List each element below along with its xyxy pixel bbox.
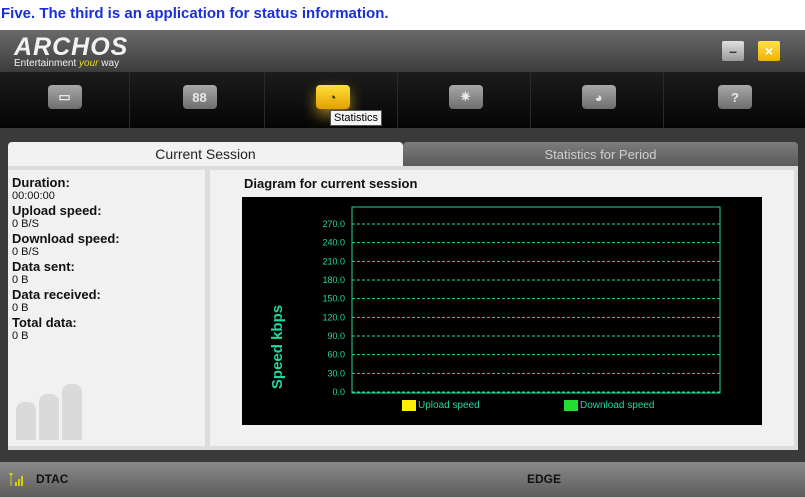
logo-tagline: Entertainment your way	[14, 58, 128, 69]
chart-y-tick-label: 30.0	[327, 368, 345, 378]
logo-tag-mid: your	[79, 58, 99, 69]
stat-download-speed: Download speed: 0 B/S	[12, 231, 201, 259]
legend-download: Download speed	[564, 400, 655, 411]
chart-y-tick-label: 240.0	[322, 238, 345, 248]
chart-y-axis-label: Speed kbps	[269, 305, 286, 389]
statistics-tooltip: Statistics	[330, 110, 383, 126]
speed-chart-svg: Speed kbps 270.0 240.0 210.0 180.0 150.0 120.…	[269, 206, 721, 397]
stat-label: Data received:	[12, 287, 101, 302]
stat-duration: Duration: 00:00:00	[12, 175, 201, 203]
diagram-title: Diagram for current session	[244, 176, 418, 191]
minimize-button[interactable]: –	[722, 41, 744, 61]
stat-label: Download speed:	[12, 231, 120, 246]
close-button[interactable]: ×	[758, 41, 780, 61]
stat-data-sent: Data sent: 0 B	[12, 259, 201, 287]
chart-y-tick-label: 120.0	[322, 312, 345, 322]
stat-label: Total data:	[12, 315, 77, 330]
toolbar-item-grid[interactable]: 88	[135, 72, 265, 128]
logo-tag-right: way	[101, 58, 120, 69]
chart-y-tick-label: 90.0	[327, 331, 345, 341]
speed-chart: Speed kbps 270.0 240.0 210.0 180.0 150.0 120.…	[242, 197, 762, 425]
network-type: EDGE	[527, 472, 562, 486]
stat-data-received: Data received: 0 B	[12, 287, 201, 315]
chart-y-tick-label: 270.0	[322, 219, 345, 229]
tab-current-session[interactable]: Current Session	[8, 142, 403, 166]
archos-app-window: ARCHOS Entertainment your way – × ▭ 88 ◔…	[0, 30, 805, 497]
chart-y-tick-label: 150.0	[322, 294, 345, 304]
chart-y-tick-label: 60.0	[327, 350, 345, 360]
antenna-signal-icon	[9, 473, 23, 486]
minimize-icon: –	[729, 43, 737, 59]
title-bar: ARCHOS Entertainment your way – ×	[0, 30, 805, 72]
toolbar-item-monitor[interactable]: ▭	[0, 72, 130, 128]
stat-label: Data sent:	[12, 259, 75, 274]
chart-frame	[351, 206, 721, 394]
stat-value: 0 B/S	[12, 246, 39, 258]
stat-total-data: Total data: 0 B	[12, 315, 201, 343]
stat-label: Duration:	[12, 175, 70, 190]
session-stats-panel: Duration: 00:00:00 Upload speed: 0 B/S D…	[8, 170, 205, 446]
diagram-panel: Diagram for current session Speed kbps 2…	[210, 170, 794, 446]
stat-value: 0 B	[12, 274, 29, 286]
legend-upload-swatch	[402, 400, 416, 411]
session-tabs: Current Session Statistics for Period	[8, 142, 798, 166]
toolbar-item-globe[interactable]: ◕	[534, 72, 664, 128]
tab-content: Duration: 00:00:00 Upload speed: 0 B/S D…	[8, 166, 798, 450]
archos-logo: ARCHOS Entertainment your way	[14, 33, 129, 70]
stat-label: Upload speed:	[12, 203, 102, 218]
close-icon: ×	[764, 43, 774, 59]
toolbar-item-help[interactable]: ?	[670, 72, 800, 128]
legend-upload-label: Upload speed	[418, 400, 480, 411]
stat-value: 0 B/S	[12, 218, 39, 230]
toolbar-item-settings[interactable]: ✷	[401, 72, 531, 128]
status-bar: DTAC EDGE	[0, 462, 805, 497]
legend-download-swatch	[564, 400, 578, 411]
main-toolbar: ▭ 88 ◔ ✷ ◕ ?	[0, 72, 805, 128]
logo-tag-left: Entertainment	[14, 58, 77, 69]
tab-statistics-for-period[interactable]: Statistics for Period	[403, 142, 798, 166]
stat-upload-speed: Upload speed: 0 B/S	[12, 203, 201, 231]
globe-icon: ◕	[581, 85, 616, 109]
help-icon: ?	[718, 85, 752, 109]
statistics-icon: ◔	[315, 85, 350, 109]
carrier-name: DTAC	[36, 472, 69, 486]
chart-y-tick-label: 180.0	[322, 275, 345, 285]
stat-value: 00:00:00	[12, 190, 55, 202]
stat-value: 0 B	[12, 330, 29, 342]
grid-icon: 88	[182, 85, 217, 109]
legend-upload: Upload speed	[402, 400, 480, 411]
stat-value: 0 B	[12, 302, 29, 314]
settings-gear-icon: ✷	[448, 85, 483, 109]
logo-wordmark: ARCHOS	[14, 33, 129, 61]
page-caption: Five. The third is an application for st…	[0, 0, 805, 30]
chart-y-tick-label: 0.0	[332, 387, 345, 397]
legend-download-label: Download speed	[580, 400, 655, 411]
chart-y-tick-label: 210.0	[322, 256, 345, 266]
monitor-icon: ▭	[47, 85, 82, 109]
